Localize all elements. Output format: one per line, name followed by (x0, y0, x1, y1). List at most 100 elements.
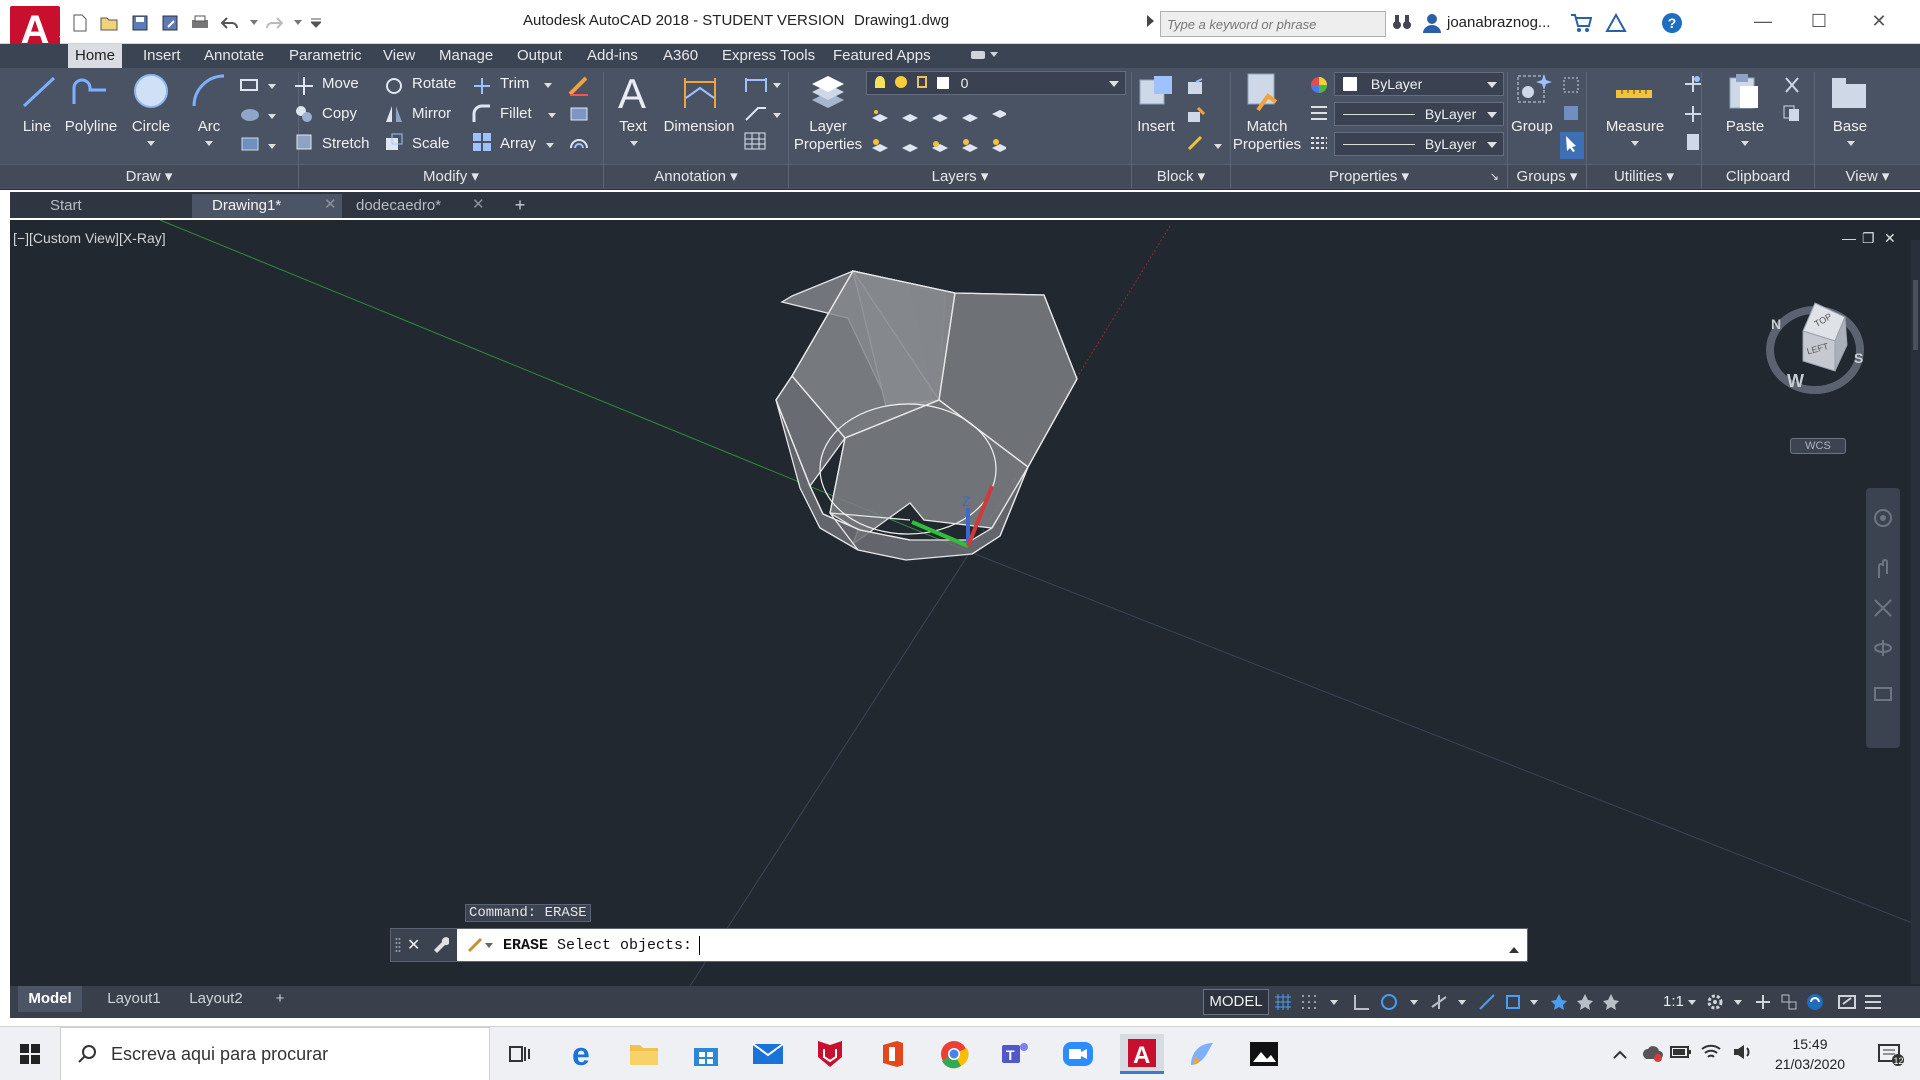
model-space-button[interactable]: MODEL (1203, 989, 1269, 1015)
explode-icon[interactable] (568, 104, 590, 129)
volume-icon[interactable] (1732, 1043, 1754, 1066)
trim-button[interactable]: Trim (500, 75, 529, 92)
orbit-icon[interactable] (1873, 638, 1893, 663)
group-icon[interactable] (1514, 70, 1554, 115)
copy-icon[interactable] (294, 104, 314, 129)
dimension-icon[interactable] (682, 74, 718, 115)
new-tab-button[interactable]: + (510, 196, 530, 215)
tab-parametric[interactable]: Parametric (282, 44, 369, 68)
file-explorer-icon[interactable] (624, 1034, 664, 1074)
draw-panel-title[interactable]: Draw ▾ (0, 164, 298, 188)
search-expand-icon[interactable] (1147, 15, 1154, 27)
view-panel-title[interactable]: View ▾ (1815, 164, 1920, 188)
tab-featured-apps[interactable]: Featured Apps (826, 44, 938, 68)
close-tab-icon[interactable]: ✕ (324, 195, 337, 213)
layers-panel-title[interactable]: Layers ▾ (789, 164, 1131, 188)
annotation-panel-title[interactable]: Annotation ▾ (604, 164, 788, 188)
wifi-icon[interactable] (1700, 1043, 1722, 1066)
hatch-dropdown-icon[interactable] (268, 114, 276, 119)
polyline-icon[interactable] (70, 74, 110, 113)
wcs-menu-button[interactable]: WCS (1790, 438, 1846, 454)
linetype-dropdown[interactable]: ByLayer (1334, 132, 1504, 156)
customization-menu-icon[interactable] (1864, 993, 1882, 1011)
circle-dropdown-icon[interactable] (147, 141, 155, 146)
array-dropdown-icon[interactable] (546, 143, 554, 148)
viewport-close-icon[interactable]: ✕ (1884, 230, 1896, 247)
fillet-icon[interactable] (472, 104, 492, 129)
dodecahedron-solid[interactable] (775, 270, 1078, 561)
edit-attributes-dropdown-icon[interactable] (1214, 144, 1222, 149)
copy-button[interactable]: Copy (322, 105, 357, 122)
cut-icon[interactable] (1782, 76, 1802, 99)
circle-button[interactable]: Circle (128, 118, 174, 136)
arc-button[interactable]: Arc (188, 118, 230, 136)
text-icon[interactable]: A (616, 70, 652, 119)
zoom-extents-icon[interactable] (1873, 598, 1893, 623)
file-tab-drawing1[interactable]: Drawing1* (192, 194, 342, 218)
paste-icon[interactable] (1726, 72, 1762, 117)
isodraft-icon[interactable] (1430, 993, 1448, 1011)
rotate-button[interactable]: Rotate (412, 75, 456, 92)
annotation-scale-icon[interactable] (1602, 993, 1620, 1011)
polar-tracking-icon[interactable] (1380, 993, 1398, 1011)
tab-a360[interactable]: A360 (656, 44, 705, 68)
command-erase-icon[interactable] (467, 937, 497, 958)
measure-dropdown-icon[interactable] (1631, 141, 1639, 146)
open-file-icon[interactable] (99, 13, 119, 33)
snap-dropdown-icon[interactable] (1330, 1000, 1338, 1005)
boundary-dropdown-icon[interactable] (268, 144, 276, 149)
polar-dropdown-icon[interactable] (1410, 1000, 1418, 1005)
close-command-icon[interactable]: ✕ (407, 935, 420, 955)
viewport-scrollbar[interactable] (1911, 240, 1920, 984)
erase-icon[interactable] (568, 76, 590, 101)
layer-tools-icons[interactable] (870, 104, 1008, 163)
object-snap-dropdown-icon[interactable] (1530, 1000, 1538, 1005)
command-line[interactable]: ✕ ERASE Select objects: (390, 928, 1528, 962)
user-account-name[interactable]: joanabraznog... (1447, 14, 1550, 31)
edge-browser-icon[interactable]: e (564, 1034, 604, 1074)
compass-w-label[interactable]: W (1787, 371, 1804, 391)
paste-button[interactable]: Paste (1718, 118, 1772, 136)
edit-attributes-icon[interactable] (1186, 134, 1206, 157)
rectangle-dropdown-icon[interactable] (268, 84, 276, 89)
arc-icon[interactable] (190, 72, 228, 115)
measure-button[interactable]: Measure (1600, 118, 1670, 136)
autodesk-exchange-icon[interactable] (1605, 12, 1627, 38)
match-properties-button[interactable]: Match Properties (1232, 118, 1302, 154)
auto-scale-icon[interactable] (1576, 993, 1594, 1011)
linear-dim-icon[interactable] (744, 76, 768, 99)
group-selection-icon[interactable] (1560, 132, 1584, 159)
close-tab-icon[interactable]: ✕ (472, 195, 485, 213)
color-dropdown[interactable]: ByLayer (1334, 72, 1504, 96)
viewport-minimize-icon[interactable]: — (1842, 230, 1856, 246)
group-edit-icon[interactable] (1562, 104, 1582, 127)
create-block-icon[interactable] (1186, 78, 1206, 101)
layout-tab-layout2[interactable]: Layout2 (182, 986, 250, 1012)
compass-n-label[interactable]: N (1771, 316, 1781, 332)
hatch-icon[interactable] (240, 108, 260, 127)
mcafee-icon[interactable] (810, 1034, 850, 1074)
annotation-visibility-icon[interactable] (1550, 993, 1568, 1011)
notifications-icon[interactable]: 12 (1878, 1043, 1906, 1072)
grip-handle-icon[interactable] (395, 937, 401, 958)
trim-dropdown-icon[interactable] (544, 83, 552, 88)
properties-launcher-icon[interactable]: ↘ (1490, 165, 1499, 189)
close-icon[interactable]: ✕ (1856, 6, 1902, 36)
command-history-toggle-icon[interactable] (1509, 941, 1519, 959)
binoculars-icon[interactable] (1392, 13, 1412, 36)
insert-button[interactable]: Insert (1132, 118, 1180, 136)
photos-icon[interactable] (1244, 1034, 1284, 1074)
ribbon-minimize-icon[interactable] (970, 48, 1000, 67)
move-button[interactable]: Move (322, 75, 359, 92)
taskbar-clock[interactable]: 15:49 21/03/2020 (1770, 1034, 1850, 1074)
layout-tab-layout1[interactable]: Layout1 (100, 986, 168, 1012)
viewport-restore-icon[interactable]: ❐ (1862, 230, 1875, 247)
block-panel-title[interactable]: Block ▾ (1132, 164, 1230, 188)
scale-icon[interactable] (384, 132, 404, 157)
lineweight-dropdown[interactable]: ByLayer (1334, 102, 1504, 126)
tab-insert[interactable]: Insert (136, 44, 188, 68)
tab-annotate[interactable]: Annotate (197, 44, 271, 68)
offset-icon[interactable] (568, 132, 590, 157)
grid-icon[interactable] (1274, 993, 1292, 1011)
tab-home[interactable]: Home (68, 44, 123, 68)
